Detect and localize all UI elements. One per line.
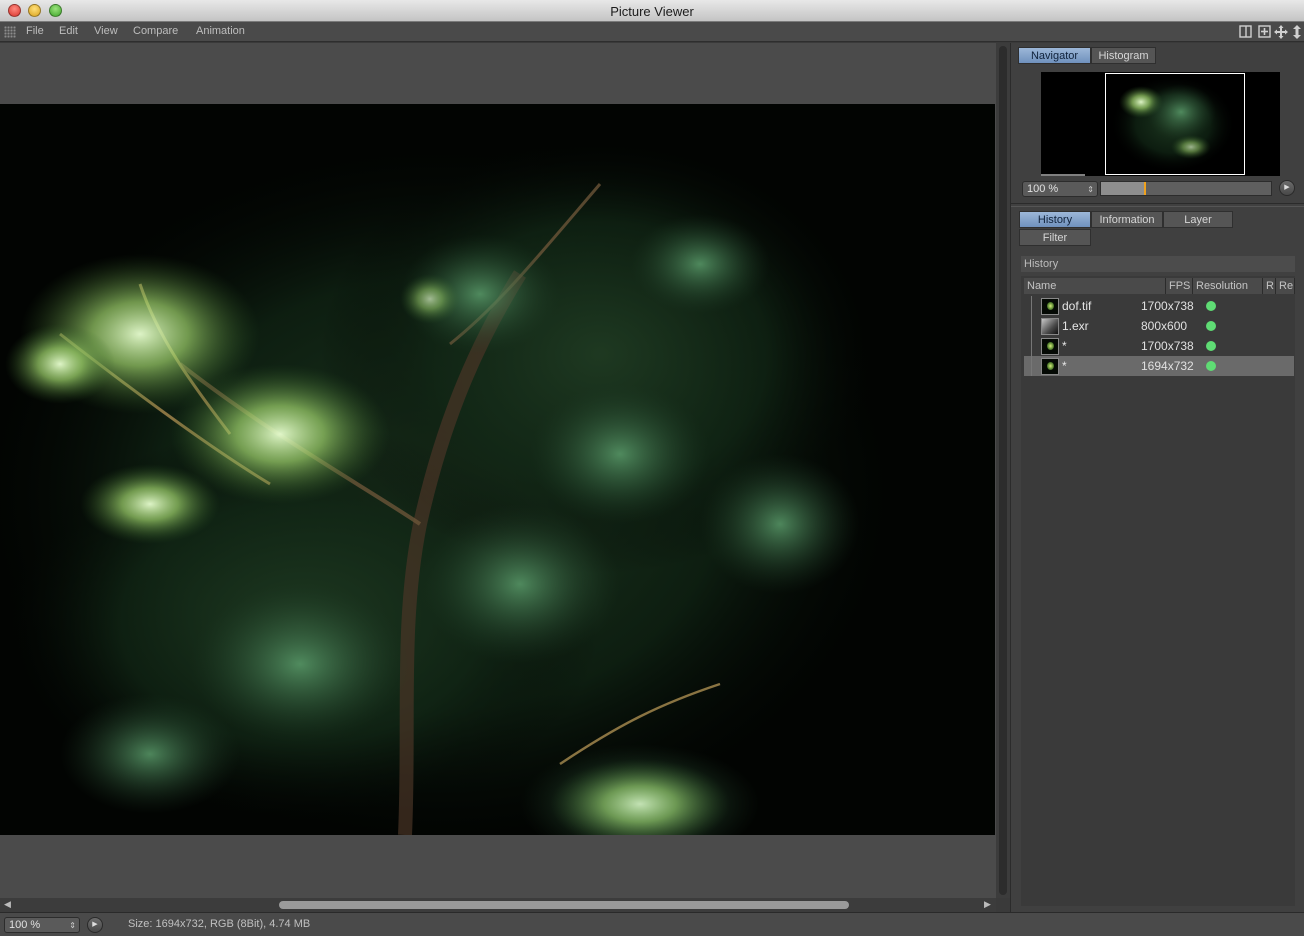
scroll-right-arrow-icon[interactable]: ▶ — [984, 899, 991, 910]
grip-icon[interactable] — [4, 26, 16, 38]
history-row[interactable]: dof.tif 1700x738 — [1024, 296, 1294, 316]
status-bar: 100 % ⇕ ▶ Size: 1694x732, RGB (8Bit), 4.… — [0, 912, 1304, 936]
single-view-icon[interactable] — [1238, 25, 1252, 39]
history-item-name: * — [1062, 339, 1067, 353]
panel-divider — [1011, 203, 1304, 207]
window-title: Picture Viewer — [610, 4, 694, 19]
horizontal-scrollbar[interactable]: ◀ ▶ — [0, 898, 996, 912]
image-thumbnail — [1041, 318, 1059, 335]
tab-information[interactable]: Information — [1091, 211, 1163, 228]
tree-line — [1031, 356, 1032, 376]
tab-history[interactable]: History — [1019, 211, 1091, 228]
history-item-name: dof.tif — [1062, 299, 1092, 313]
image-thumbnail — [1041, 298, 1059, 315]
tree-line — [1031, 336, 1032, 356]
status-dot-icon — [1206, 341, 1216, 351]
menu-view[interactable]: View — [94, 25, 118, 37]
status-dot-icon — [1206, 361, 1216, 371]
column-re[interactable]: Re — [1276, 278, 1295, 294]
column-resolution[interactable]: Resolution — [1193, 278, 1263, 294]
vertical-scrollbar[interactable] — [996, 43, 1010, 898]
history-row[interactable]: * 1694x732 — [1024, 356, 1294, 376]
side-panel: Navigator Histogram 100 % ⇕ ▶ History In… — [1010, 43, 1304, 912]
canvas-zoom-value: 100 % — [9, 919, 41, 931]
history-row[interactable]: * 1700x738 — [1024, 336, 1294, 356]
status-dot-icon — [1206, 321, 1216, 331]
history-item-resolution: 800x600 — [1141, 319, 1188, 333]
history-item-resolution: 1700x738 — [1141, 299, 1194, 313]
zoom-slider-marker[interactable] — [1144, 182, 1146, 195]
history-section-title: History — [1021, 256, 1295, 272]
history-item-name: 1.exr — [1062, 319, 1089, 333]
tab-layer[interactable]: Layer — [1163, 211, 1233, 228]
history-item-name: * — [1062, 359, 1067, 373]
move-icon[interactable] — [1274, 25, 1288, 39]
navigator-zoom-field[interactable]: 100 % ⇕ — [1022, 181, 1098, 197]
zoom-slider-fill — [1101, 182, 1144, 195]
history-list: Name FPS Resolution R Re dof.tif 1700x73… — [1021, 276, 1295, 906]
column-r[interactable]: R — [1263, 278, 1276, 294]
zoom-stepper-icon[interactable]: ⇕ — [1087, 183, 1094, 197]
navigator-play-icon[interactable]: ▶ — [1279, 180, 1295, 196]
scroll-left-arrow-icon[interactable]: ◀ — [4, 899, 11, 910]
canvas-zoom-field[interactable]: 100 % ⇕ — [4, 917, 80, 933]
menu-animation[interactable]: Animation — [196, 25, 245, 37]
canvas-play-icon[interactable]: ▶ — [87, 917, 103, 933]
tree-line — [1031, 316, 1032, 336]
menu-edit[interactable]: Edit — [59, 25, 78, 37]
split-view-icon[interactable] — [1257, 25, 1271, 39]
tab-histogram[interactable]: Histogram — [1091, 47, 1156, 64]
tab-filter[interactable]: Filter — [1019, 229, 1091, 246]
image-canvas[interactable] — [0, 43, 996, 898]
history-row[interactable]: 1.exr 800x600 — [1024, 316, 1294, 336]
menu-file[interactable]: File — [26, 25, 44, 37]
status-dot-icon — [1206, 301, 1216, 311]
tab-navigator[interactable]: Navigator — [1018, 47, 1091, 64]
expand-icon[interactable] — [1290, 25, 1304, 39]
history-item-resolution: 1700x738 — [1141, 339, 1194, 353]
column-name[interactable]: Name — [1024, 278, 1166, 294]
navigator-zoom-value: 100 % — [1027, 183, 1059, 195]
horizontal-scroll-thumb[interactable] — [279, 901, 849, 909]
navigator-viewport-frame[interactable] — [1105, 73, 1245, 175]
rendered-image[interactable] — [0, 104, 995, 835]
title-bar: Picture Viewer — [0, 0, 1304, 22]
menu-compare[interactable]: Compare — [133, 25, 178, 37]
image-thumbnail — [1041, 358, 1059, 375]
navigator-preview[interactable] — [1041, 72, 1280, 176]
image-thumbnail — [1041, 338, 1059, 355]
menu-bar: File Edit View Compare Animation — [0, 22, 1304, 42]
vertical-scroll-thumb[interactable] — [999, 46, 1007, 895]
zoom-stepper-icon[interactable]: ⇕ — [69, 919, 76, 933]
column-fps[interactable]: FPS — [1166, 278, 1193, 294]
history-item-resolution: 1694x732 — [1141, 359, 1194, 373]
tree-foliage-image — [0, 104, 995, 835]
navigator-zoom-slider[interactable] — [1100, 181, 1272, 196]
tree-line — [1031, 296, 1032, 316]
image-info-text: Size: 1694x732, RGB (8Bit), 4.74 MB — [128, 918, 311, 930]
